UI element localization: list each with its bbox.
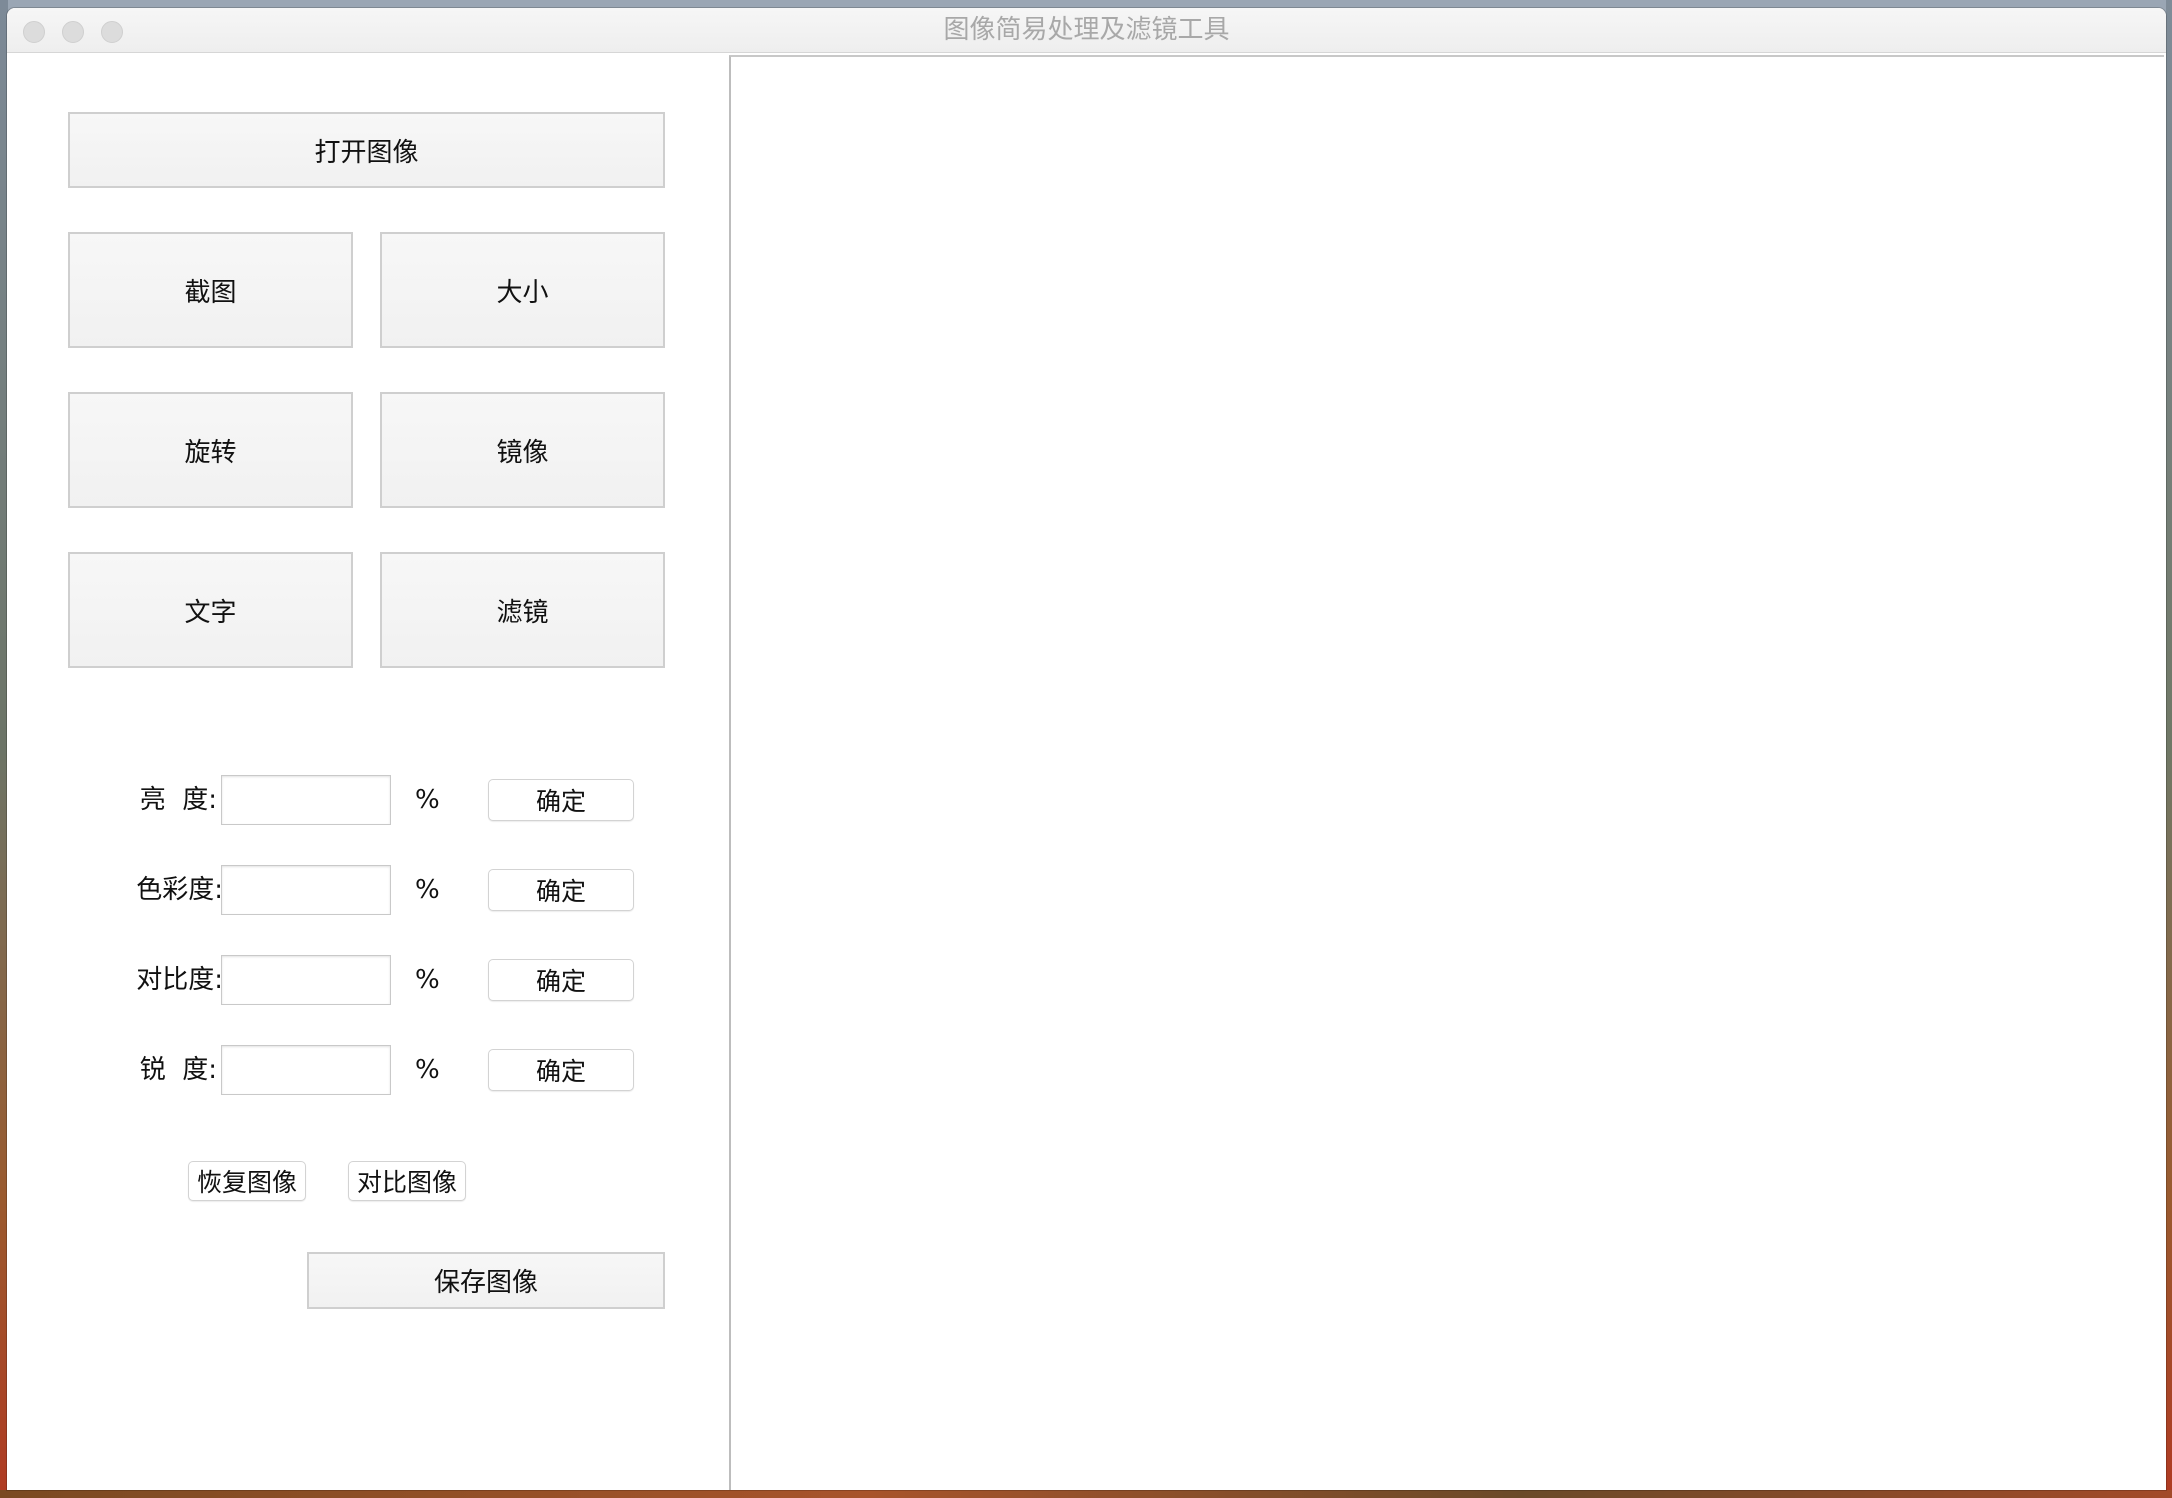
save-image-button[interactable]: 保存图像 [307,1252,665,1309]
brightness-confirm-button[interactable]: 确定 [488,779,634,821]
contrast-input[interactable] [221,955,391,1005]
crop-button[interactable]: 截图 [68,232,353,348]
window-title: 图像简易处理及滤镜工具 [943,15,1230,45]
contrast-label: 对比度: [136,965,223,995]
text-button[interactable]: 文字 [68,552,353,668]
filter-button[interactable]: 滤镜 [380,552,665,668]
contrast-confirm-button[interactable]: 确定 [488,959,634,1001]
sharpness-input[interactable] [221,1045,391,1095]
open-image-button[interactable]: 打开图像 [68,112,665,188]
brightness-unit: % [415,785,440,815]
image-canvas[interactable] [729,55,2164,1490]
contrast-unit: % [415,965,440,995]
desktop-background-right [2166,0,2172,1498]
resize-button[interactable]: 大小 [380,232,665,348]
title-bar[interactable]: 图像简易处理及滤镜工具 [7,8,2166,53]
compare-image-button[interactable]: 对比图像 [348,1161,466,1201]
sharpness-label: 锐 度: [139,1055,217,1085]
brightness-input[interactable] [221,775,391,825]
restore-image-button[interactable]: 恢复图像 [188,1161,306,1201]
brightness-label: 亮 度: [139,785,217,815]
control-panel: 打开图像 截图 大小 旋转 镜像 文字 滤镜 亮 度: % 确定 色彩度: % … [7,53,727,1490]
app-window: 图像简易处理及滤镜工具 打开图像 截图 大小 旋转 镜像 文字 滤镜 亮 度: … [7,8,2166,1490]
saturation-confirm-button[interactable]: 确定 [488,869,634,911]
desktop-background-bottom [0,1490,2172,1498]
saturation-unit: % [415,875,440,905]
rotate-button[interactable]: 旋转 [68,392,353,508]
saturation-label: 色彩度: [136,875,223,905]
mirror-button[interactable]: 镜像 [380,392,665,508]
saturation-input[interactable] [221,865,391,915]
sharpness-confirm-button[interactable]: 确定 [488,1049,634,1091]
sharpness-unit: % [415,1055,440,1085]
